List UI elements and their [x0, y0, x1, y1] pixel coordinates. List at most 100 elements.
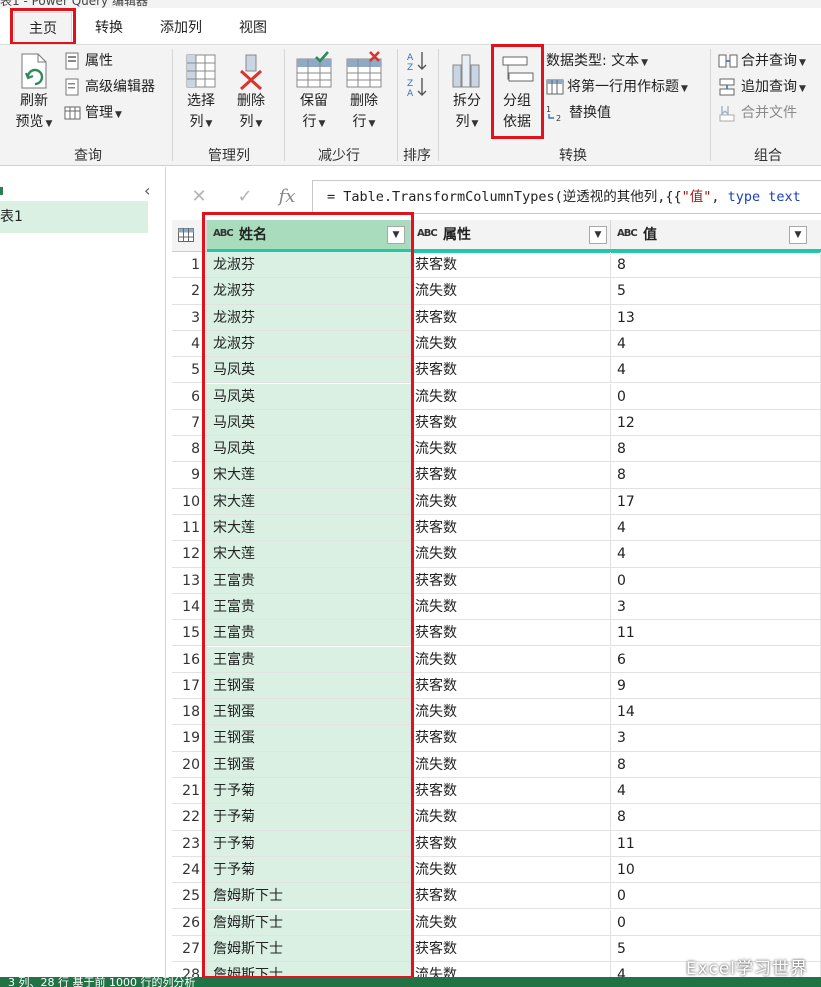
- cell-name[interactable]: 宋大莲: [207, 462, 411, 489]
- cell-value[interactable]: 0: [611, 883, 821, 910]
- cell-name[interactable]: 马凤英: [207, 436, 411, 463]
- replace-values-button[interactable]: 1 2 替换值: [546, 101, 611, 125]
- cell-value[interactable]: 8: [611, 751, 821, 778]
- cell-value[interactable]: 0: [611, 567, 821, 594]
- row-number[interactable]: 3: [172, 304, 207, 331]
- cell-value[interactable]: 12: [611, 409, 821, 437]
- row-number[interactable]: 19: [172, 725, 207, 752]
- cell-name[interactable]: 于予菊: [207, 856, 411, 884]
- cell-attribute[interactable]: 获客数: [411, 883, 611, 910]
- cell-name[interactable]: 王钢蛋: [207, 725, 411, 752]
- cell-name[interactable]: 龙淑芬: [207, 304, 411, 331]
- cell-name[interactable]: 龙淑芬: [207, 330, 411, 358]
- properties-button[interactable]: 属性: [64, 49, 113, 73]
- remove-columns-button[interactable]: 删除 列 ▼: [228, 51, 274, 135]
- cell-name[interactable]: 王富贵: [207, 567, 411, 594]
- cell-attribute[interactable]: 获客数: [411, 515, 611, 542]
- tab-home[interactable]: 主页: [14, 12, 72, 44]
- group-by-button[interactable]: 分组 依据: [494, 51, 540, 133]
- cell-name[interactable]: 詹姆斯下士: [207, 883, 411, 910]
- cell-name[interactable]: 王富贵: [207, 620, 411, 647]
- cell-attribute[interactable]: 流失数: [411, 383, 611, 410]
- use-first-row-as-headers-button[interactable]: 将第一行用作标题 ▼: [546, 75, 688, 99]
- cell-value[interactable]: 0: [611, 383, 821, 410]
- cell-attribute[interactable]: 流失数: [411, 646, 611, 673]
- keep-rows-button[interactable]: 保留 行 ▼: [290, 51, 338, 135]
- cell-attribute[interactable]: 获客数: [411, 620, 611, 647]
- cell-name[interactable]: 詹姆斯下士: [207, 962, 411, 977]
- cell-attribute[interactable]: 获客数: [411, 935, 611, 963]
- row-number[interactable]: 23: [172, 830, 207, 857]
- cell-name[interactable]: 马凤英: [207, 383, 411, 410]
- split-column-button[interactable]: 拆分 列 ▼: [444, 51, 490, 135]
- column-filter-dropdown[interactable]: ▼: [589, 226, 607, 244]
- advanced-editor-button[interactable]: 高级编辑器: [64, 75, 155, 99]
- formula-input[interactable]: = Table.TransformColumnTypes(逆透视的其他列,{{"…: [312, 180, 821, 214]
- cell-name[interactable]: 宋大莲: [207, 488, 411, 515]
- cell-name[interactable]: 詹姆斯下士: [207, 909, 411, 936]
- cell-attribute[interactable]: 获客数: [411, 778, 611, 805]
- cell-name[interactable]: 龙淑芬: [207, 252, 411, 279]
- cell-value[interactable]: 11: [611, 830, 821, 857]
- cell-name[interactable]: 王钢蛋: [207, 699, 411, 726]
- manage-button[interactable]: 管理 ▼: [64, 101, 122, 125]
- cell-attribute[interactable]: 获客数: [411, 357, 611, 384]
- row-number[interactable]: 7: [172, 409, 207, 437]
- cell-attribute[interactable]: 流失数: [411, 962, 611, 977]
- row-number[interactable]: 21: [172, 778, 207, 805]
- row-number[interactable]: 10: [172, 488, 207, 515]
- cell-attribute[interactable]: 流失数: [411, 330, 611, 358]
- cell-value[interactable]: 17: [611, 488, 821, 515]
- cell-value[interactable]: 4: [611, 541, 821, 568]
- row-number[interactable]: 24: [172, 856, 207, 884]
- row-number[interactable]: 20: [172, 751, 207, 778]
- row-number[interactable]: 28: [172, 962, 207, 977]
- cancel-formula-button[interactable]: ✕: [178, 180, 220, 214]
- cell-name[interactable]: 王钢蛋: [207, 751, 411, 778]
- row-number[interactable]: 26: [172, 909, 207, 936]
- cell-name[interactable]: 詹姆斯下士: [207, 935, 411, 963]
- row-number[interactable]: 17: [172, 672, 207, 700]
- row-number[interactable]: 4: [172, 330, 207, 358]
- row-number[interactable]: 22: [172, 804, 207, 831]
- column-filter-dropdown[interactable]: ▼: [789, 226, 807, 244]
- cell-value[interactable]: 8: [611, 252, 821, 279]
- cell-value[interactable]: 0: [611, 909, 821, 936]
- column-filter-dropdown[interactable]: ▼: [387, 226, 405, 244]
- row-number[interactable]: 12: [172, 541, 207, 568]
- data-type-dropdown[interactable]: 数据类型: 文本 ▼: [546, 49, 648, 73]
- cell-attribute[interactable]: 获客数: [411, 409, 611, 437]
- combine-files-button[interactable]: 合并文件: [718, 101, 797, 125]
- query-item-table1[interactable]: 表1: [0, 201, 148, 233]
- cell-attribute[interactable]: 流失数: [411, 699, 611, 726]
- cell-attribute[interactable]: 获客数: [411, 304, 611, 331]
- cell-attribute[interactable]: 流失数: [411, 804, 611, 831]
- row-number[interactable]: 5: [172, 357, 207, 384]
- row-number[interactable]: 18: [172, 699, 207, 726]
- merge-queries-button[interactable]: 合并查询 ▼: [718, 49, 806, 73]
- tab-view[interactable]: 视图: [222, 12, 284, 44]
- row-number[interactable]: 14: [172, 593, 207, 621]
- confirm-formula-button[interactable]: ✓: [224, 180, 266, 214]
- row-number[interactable]: 16: [172, 646, 207, 673]
- append-queries-button[interactable]: 追加查询 ▼: [718, 75, 806, 99]
- cell-name[interactable]: 马凤英: [207, 409, 411, 437]
- tab-transform[interactable]: 转换: [78, 12, 140, 44]
- row-number[interactable]: 9: [172, 462, 207, 489]
- cell-value[interactable]: 4: [611, 515, 821, 542]
- cell-name[interactable]: 宋大莲: [207, 515, 411, 542]
- remove-rows-button[interactable]: 删除 行 ▼: [340, 51, 388, 135]
- cell-attribute[interactable]: 获客数: [411, 830, 611, 857]
- row-number[interactable]: 8: [172, 436, 207, 463]
- cell-name[interactable]: 宋大莲: [207, 541, 411, 568]
- cell-value[interactable]: 14: [611, 699, 821, 726]
- text-type-icon[interactable]: ABC: [213, 228, 234, 239]
- cell-name[interactable]: 王钢蛋: [207, 672, 411, 700]
- table-menu-button[interactable]: [172, 220, 207, 252]
- cell-attribute[interactable]: 流失数: [411, 541, 611, 568]
- cell-value[interactable]: 11: [611, 620, 821, 647]
- cell-name[interactable]: 于予菊: [207, 804, 411, 831]
- cell-attribute[interactable]: 流失数: [411, 436, 611, 463]
- column-header-name[interactable]: ABC 姓名 ▼: [207, 220, 411, 253]
- row-number[interactable]: 6: [172, 383, 207, 410]
